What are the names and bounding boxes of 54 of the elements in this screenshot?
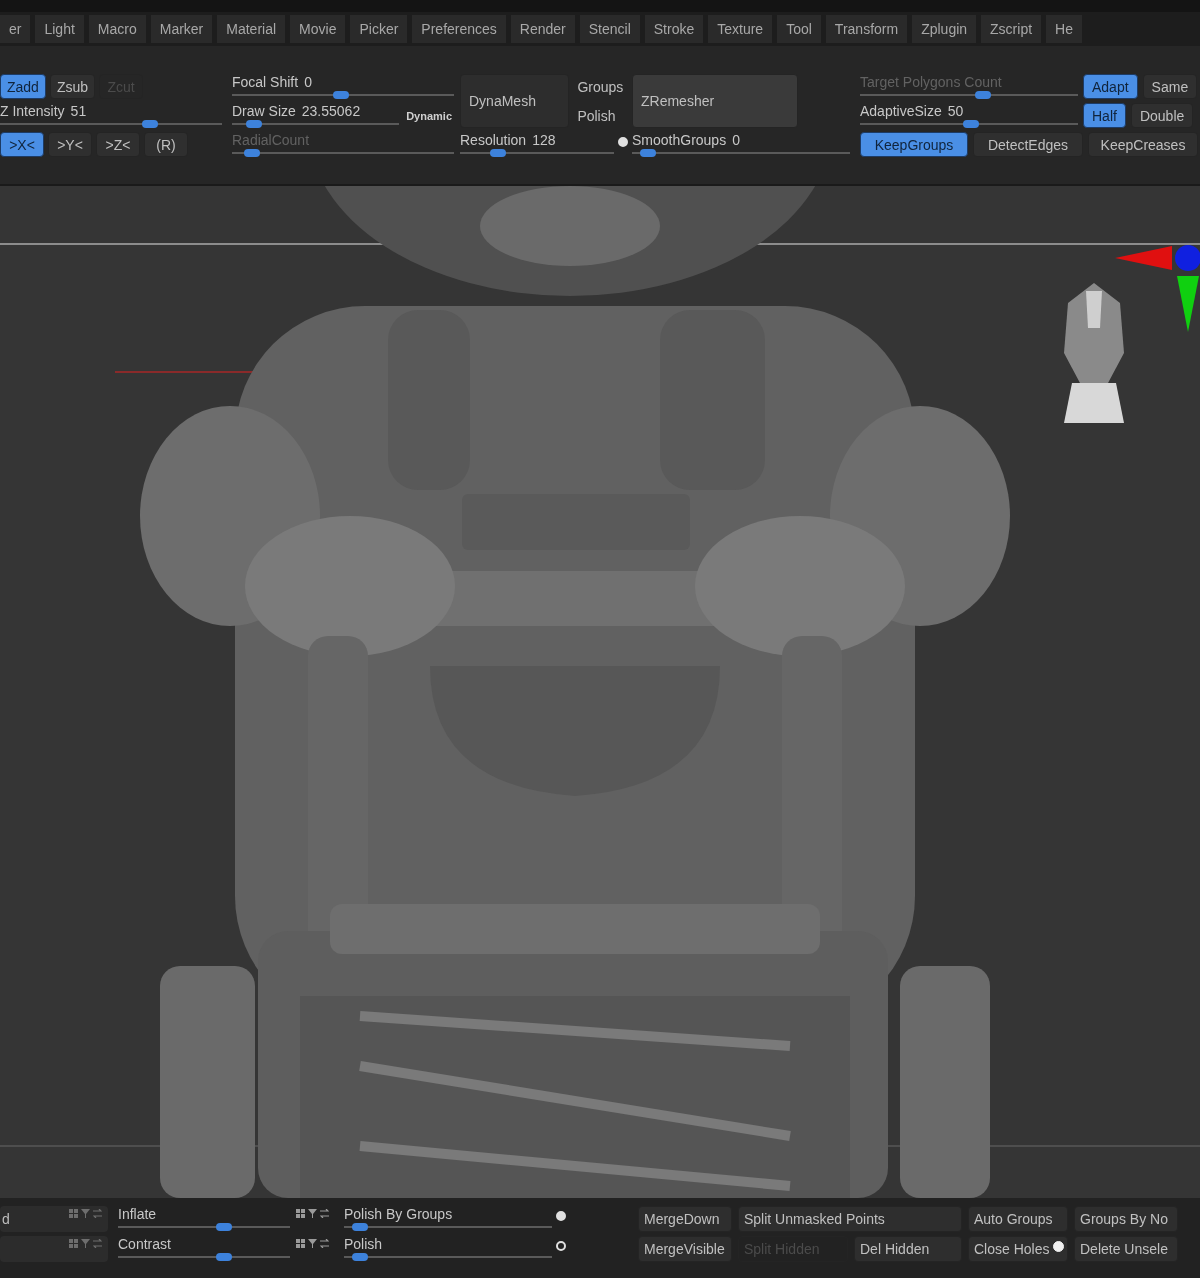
menu-item[interactable]: Marker [150,15,213,43]
panel-button[interactable]: MergeDown [638,1206,732,1232]
menu-item[interactable]: Render [510,15,575,43]
toolbar-button[interactable]: Double [1130,103,1194,128]
menu-item[interactable]: Material [217,15,286,43]
input-field[interactable]: d [0,1206,108,1232]
slider[interactable]: SmoothGroups 0 [632,132,850,156]
toolbar-button[interactable]: ZRemesher [632,74,798,128]
slider[interactable]: AdaptiveSize 50 [860,103,1078,127]
toolbar-button[interactable]: >X< [0,132,44,157]
menu-item[interactable]: Movie [290,15,346,43]
slider[interactable]: Focal Shift 0 [232,74,454,98]
panel-button[interactable]: Delete Unsele [1074,1236,1178,1262]
toolbar-button[interactable]: Adapt [1083,74,1138,99]
menu-item[interactable]: Stroke [644,15,704,43]
toolbar-button[interactable]: Zadd [0,74,46,99]
toolbar-button[interactable]: Polish [574,103,628,128]
slider[interactable]: Z Intensity 51 [0,103,222,127]
toolbar-button[interactable]: >Z< [96,132,140,157]
menu-item[interactable]: Preferences [412,15,506,43]
slider[interactable]: Inflate [118,1206,290,1230]
toolbar-button[interactable]: >Y< [48,132,92,157]
slider[interactable]: Polish [344,1236,552,1260]
panel-button[interactable]: Auto Groups [968,1206,1068,1232]
menu-item[interactable]: Transform [825,15,908,43]
toolbar-button[interactable]: Groups [574,74,628,99]
menu-item[interactable]: Macro [88,15,146,43]
toolbar-button[interactable]: KeepGroups [860,132,968,157]
menu-item[interactable]: er [0,15,31,43]
panel-button[interactable]: Groups By No [1074,1206,1178,1232]
menu-item[interactable]: He [1046,15,1082,43]
toolbar-button[interactable]: Same [1142,74,1198,99]
menu-item[interactable]: Zscript [981,15,1042,43]
menu-item[interactable]: Texture [708,15,773,43]
toolbar-button[interactable]: DetectEdges [973,132,1083,157]
panel-button[interactable]: Close Holes [968,1236,1068,1262]
menu-item[interactable]: Picker [350,15,408,43]
toolbar-button[interactable]: (R) [144,132,188,157]
slider[interactable]: Draw Size 23.55062 [232,103,400,127]
menu-item[interactable]: Light [35,15,84,43]
slider[interactable]: Polish By Groups [344,1206,552,1230]
panel-button[interactable]: Del Hidden [854,1236,962,1262]
toolbar-button[interactable]: Zsub [49,74,96,99]
menu-item[interactable]: Zplugin [912,15,977,43]
panel-button[interactable]: Split Unmasked Points [738,1206,962,1232]
toolbar-button[interactable]: Half [1083,103,1126,128]
panel-button[interactable]: MergeVisible [638,1236,732,1262]
toolbar-button[interactable]: DynaMesh [460,74,570,128]
toolbar-button[interactable]: Dynamic [404,103,454,128]
toolbar-button[interactable]: KeepCreases [1088,132,1198,157]
slider[interactable]: Resolution 128 [460,132,614,156]
slider[interactable]: Contrast [118,1236,290,1260]
menu-item[interactable]: Stencil [579,15,640,43]
menu-item[interactable]: Tool [777,15,821,43]
